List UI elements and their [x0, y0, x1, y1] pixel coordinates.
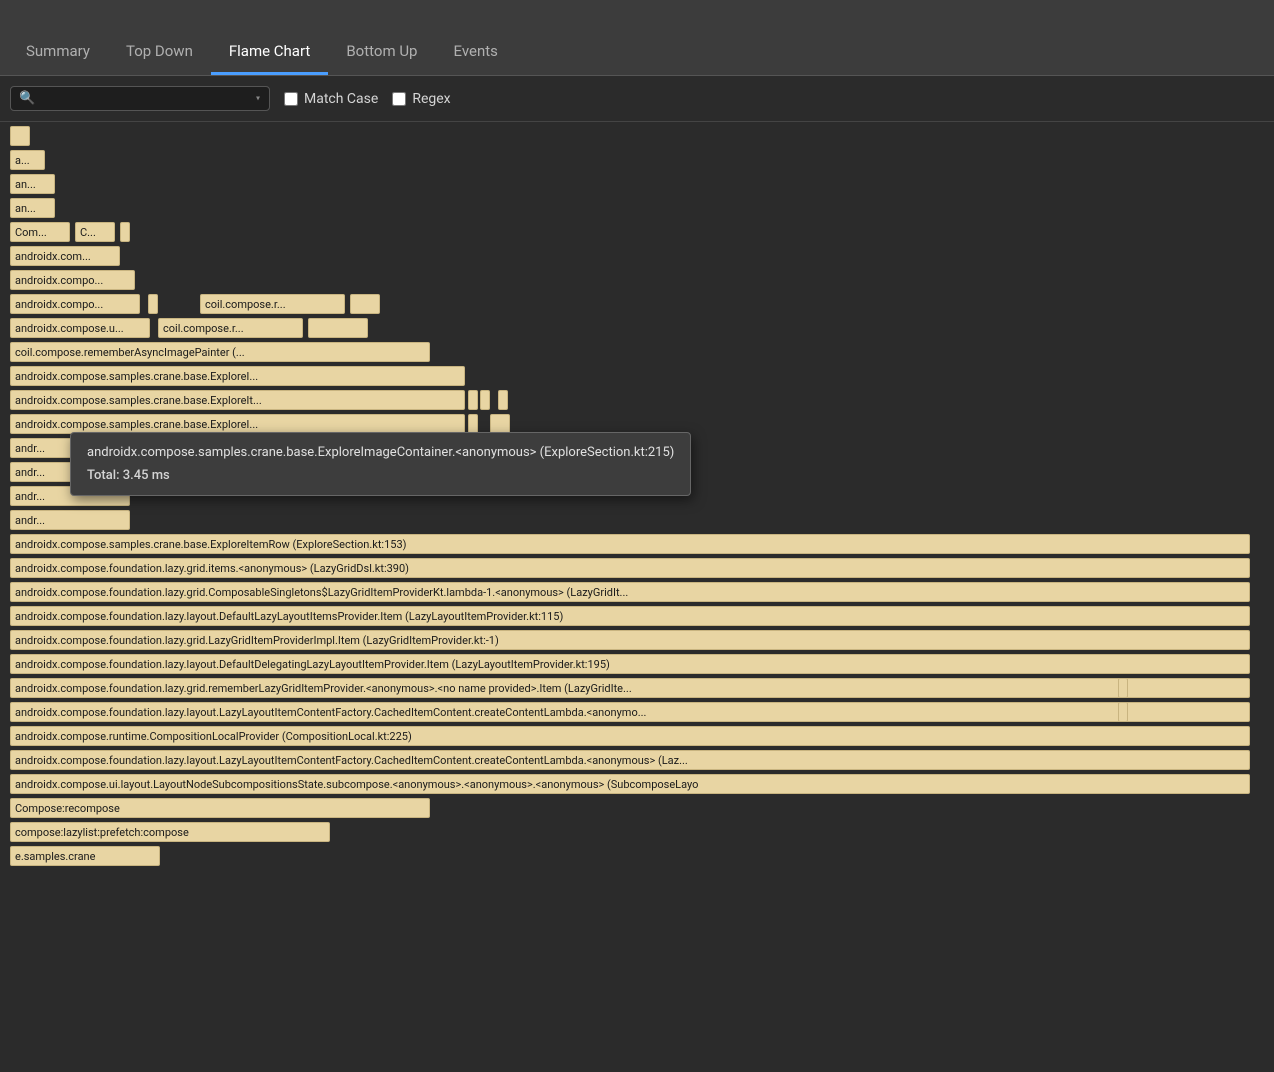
flame-bar[interactable]: androidx.compose.foundation.lazy.layout.…	[10, 750, 1250, 770]
tab-summary[interactable]: Summary	[8, 32, 108, 75]
flame-bar[interactable]: androidx.compose.foundation.lazy.layout.…	[10, 654, 1250, 674]
flame-row: androidx.com...	[0, 246, 1274, 268]
flame-bar[interactable]: coil.compose.rememberAsyncImagePainter (…	[10, 342, 430, 362]
search-box[interactable]: 🔍 ▾	[10, 86, 270, 111]
flame-bar[interactable]	[308, 318, 368, 338]
tab-events[interactable]: Events	[435, 32, 515, 75]
flame-bar[interactable]: e.samples.crane	[10, 846, 160, 866]
match-case-label: Match Case	[304, 91, 378, 107]
flame-bar[interactable]: C...	[75, 222, 115, 242]
flame-bar[interactable]	[350, 294, 380, 314]
flame-bar[interactable]: androidx.compose.foundation.lazy.layout.…	[10, 702, 1250, 722]
flame-bar[interactable]: androidx.compose.foundation.lazy.grid.re…	[10, 678, 1250, 698]
flame-row: compose:lazylist:prefetch:compose	[0, 822, 1274, 844]
flame-area: a...an...an...Com...C...androidx.com...a…	[0, 122, 1274, 1072]
flame-row: androidx.compose.runtime.CompositionLoca…	[0, 726, 1274, 748]
flame-bar[interactable]	[10, 126, 30, 146]
flame-bar[interactable]: androidx.compose.samples.crane.base.Expl…	[10, 534, 1250, 554]
flame-row: Compose:recompose	[0, 798, 1274, 820]
flame-bar[interactable]: compose:lazylist:prefetch:compose	[10, 822, 330, 842]
flame-bar[interactable]: an...	[10, 198, 55, 218]
flame-row: androidx.compo...	[0, 270, 1274, 292]
tooltip: androidx.compose.samples.crane.base.Expl…	[70, 432, 691, 496]
tooltip-title: androidx.compose.samples.crane.base.Expl…	[87, 445, 674, 460]
flame-bar[interactable]: Com...	[10, 222, 70, 242]
tab-bottom-up[interactable]: Bottom Up	[328, 32, 435, 75]
flame-row: androidx.compose.foundation.lazy.layout.…	[0, 654, 1274, 676]
flame-bar[interactable]: androidx.compose.foundation.lazy.grid.La…	[10, 630, 1250, 650]
flame-row: an...	[0, 174, 1274, 196]
flame-bar[interactable]	[1118, 678, 1128, 698]
flame-row	[0, 126, 1274, 148]
flame-bar[interactable]: androidx.compo...	[10, 270, 135, 290]
flame-bar[interactable]: androidx.compose.runtime.CompositionLoca…	[10, 726, 1250, 746]
search-dropdown-arrow[interactable]: ▾	[255, 93, 261, 104]
flame-bar[interactable]	[148, 294, 158, 314]
flame-row: androidx.compose.samples.crane.base.Expl…	[0, 390, 1274, 412]
flame-bar[interactable]	[1118, 702, 1128, 722]
flame-bar[interactable]: androidx.com...	[10, 246, 120, 266]
regex-group: Regex	[392, 91, 450, 107]
search-icon: 🔍	[19, 91, 35, 106]
flame-bar[interactable]	[498, 390, 508, 410]
regex-checkbox[interactable]	[392, 92, 406, 106]
flame-bar[interactable]: coil.compose.r...	[200, 294, 345, 314]
flame-row: androidx.compose.foundation.lazy.grid.it…	[0, 558, 1274, 580]
flame-bar[interactable]: androidx.compo...	[10, 294, 140, 314]
tabs-bar: Summary Top Down Flame Chart Bottom Up E…	[0, 0, 1274, 76]
flame-row: androidx.compose.foundation.lazy.grid.La…	[0, 630, 1274, 652]
flame-row: androidx.compose.samples.crane.base.Expl…	[0, 534, 1274, 556]
flame-bar[interactable]: androidx.compose.samples.crane.base.Expl…	[10, 414, 465, 434]
flame-bar[interactable]	[468, 390, 478, 410]
flame-row: a...	[0, 150, 1274, 172]
match-case-checkbox[interactable]	[284, 92, 298, 106]
flame-row: e.samples.crane	[0, 846, 1274, 868]
flame-row: androidx.compose.ui.layout.LayoutNodeSub…	[0, 774, 1274, 796]
flame-bar[interactable]: a...	[10, 150, 45, 170]
flame-bar[interactable]: an...	[10, 174, 55, 194]
tab-top-down[interactable]: Top Down	[108, 32, 211, 75]
flame-bar[interactable]: andr...	[10, 510, 130, 530]
flame-row: androidx.compose.foundation.lazy.layout.…	[0, 606, 1274, 628]
flame-bar[interactable]: androidx.compose.foundation.lazy.grid.it…	[10, 558, 1250, 578]
tab-flame-chart[interactable]: Flame Chart	[211, 32, 328, 75]
flame-bar[interactable]: androidx.compose.foundation.lazy.grid.Co…	[10, 582, 1250, 602]
flame-bar[interactable]	[468, 414, 478, 434]
flame-row: androidx.compose.foundation.lazy.layout.…	[0, 702, 1274, 724]
flame-row: Com...C...	[0, 222, 1274, 244]
flame-bar[interactable]: androidx.compose.samples.crane.base.Expl…	[10, 366, 465, 386]
flame-bar[interactable]	[120, 222, 130, 242]
flame-row: androidx.compose.foundation.lazy.grid.Co…	[0, 582, 1274, 604]
flame-row: androidx.compose.foundation.lazy.grid.re…	[0, 678, 1274, 700]
regex-label: Regex	[412, 91, 450, 107]
flame-row: androidx.compo... coil.compose.r...	[0, 294, 1274, 316]
flame-bar[interactable]: androidx.compose.ui.layout.LayoutNodeSub…	[10, 774, 1250, 794]
tooltip-total: Total: 3.45 ms	[87, 468, 674, 483]
flame-row: andr...	[0, 510, 1274, 532]
match-case-group: Match Case	[284, 91, 378, 107]
flame-row: an...	[0, 198, 1274, 220]
flame-row: androidx.compose.u... coil.compose.r...	[0, 318, 1274, 340]
flame-bar[interactable]	[490, 414, 510, 434]
flame-bar[interactable]	[480, 390, 490, 410]
flame-row: androidx.compose.samples.crane.base.Expl…	[0, 366, 1274, 388]
flame-row: coil.compose.rememberAsyncImagePainter (…	[0, 342, 1274, 364]
flame-bar[interactable]: androidx.compose.foundation.lazy.layout.…	[10, 606, 1250, 626]
search-input[interactable]	[41, 91, 249, 106]
flame-row: androidx.compose.foundation.lazy.layout.…	[0, 750, 1274, 772]
flame-bar[interactable]: coil.compose.r...	[158, 318, 303, 338]
flame-bar[interactable]: androidx.compose.samples.crane.base.Expl…	[10, 390, 465, 410]
toolbar: 🔍 ▾ Match Case Regex	[0, 76, 1274, 122]
flame-bar[interactable]: androidx.compose.u...	[10, 318, 150, 338]
flame-bar[interactable]: Compose:recompose	[10, 798, 430, 818]
